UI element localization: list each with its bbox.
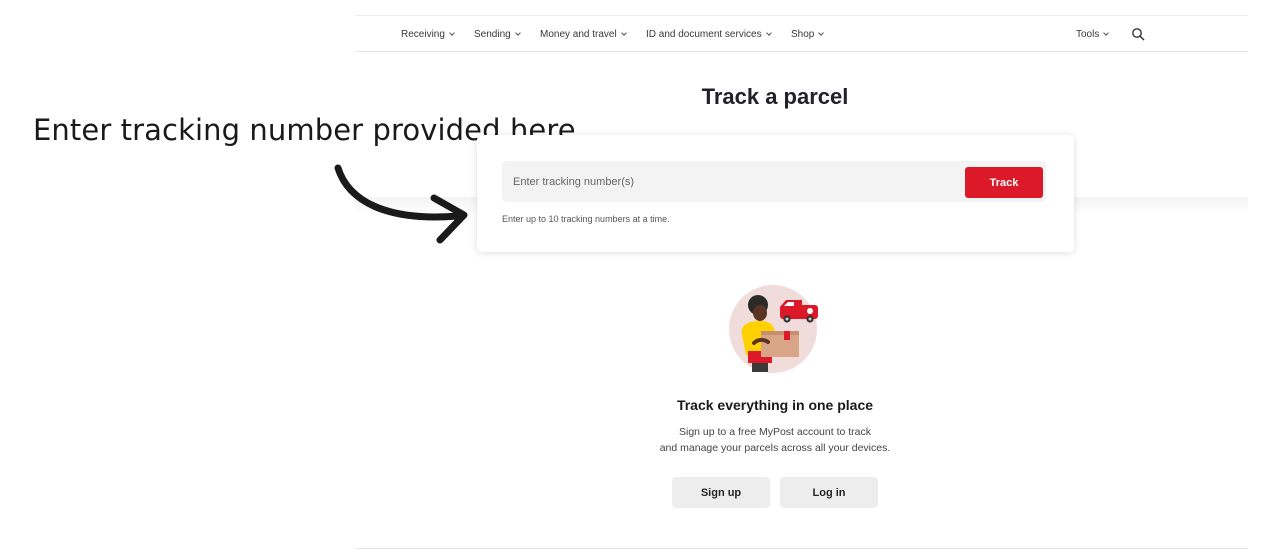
search-icon[interactable]: [1131, 27, 1145, 41]
chevron-down-icon: [765, 29, 772, 36]
nav-item-label: Tools: [1076, 28, 1100, 40]
nav-item-shop[interactable]: Shop: [791, 16, 825, 52]
chevron-down-icon: [818, 29, 825, 36]
nav-item-label: ID and document services: [646, 28, 762, 40]
promo-title: Track everything in one place: [676, 397, 874, 413]
promo-description-line-1: Sign up to a free MyPost account to trac…: [678, 426, 871, 438]
tracking-helper-text: Enter up to 10 tracking numbers at a tim…: [502, 214, 670, 224]
nav-item-receiving[interactable]: Receiving: [401, 16, 455, 52]
track-card: Track Enter up to 10 tracking numbers at…: [477, 135, 1074, 252]
nav-item-tools[interactable]: Tools: [1076, 16, 1110, 52]
track-button[interactable]: Track: [965, 167, 1043, 198]
sign-up-button[interactable]: Sign up: [672, 477, 770, 508]
nav-item-sending[interactable]: Sending: [474, 16, 521, 52]
chevron-down-icon: [449, 29, 455, 36]
nav-item-money-and-travel[interactable]: Money and travel: [540, 16, 627, 52]
curved-arrow-icon: [334, 164, 468, 244]
tracking-number-input[interactable]: [502, 161, 957, 202]
chevron-down-icon: [514, 29, 521, 36]
parcel-courier-illustration: [729, 285, 818, 373]
chevron-down-icon: [1103, 29, 1110, 36]
bottom-divider: [355, 548, 1248, 549]
nav-item-id-and-document-services[interactable]: ID and document services: [646, 16, 772, 52]
page-title: Track a parcel: [701, 84, 849, 109]
nav-item-label: Receiving: [401, 28, 445, 40]
nav-item-label: Money and travel: [540, 28, 617, 40]
tracking-field: Track: [502, 161, 1046, 202]
log-in-button[interactable]: Log in: [780, 477, 878, 508]
chevron-down-icon: [620, 29, 627, 36]
nav-item-label: Sending: [474, 28, 511, 40]
nav-item-label: Shop: [791, 28, 815, 40]
promo-description-line-2: and manage your parcels across all your …: [659, 442, 891, 454]
main-navigation: Receiving Sending Money and travel ID an…: [355, 16, 1248, 52]
